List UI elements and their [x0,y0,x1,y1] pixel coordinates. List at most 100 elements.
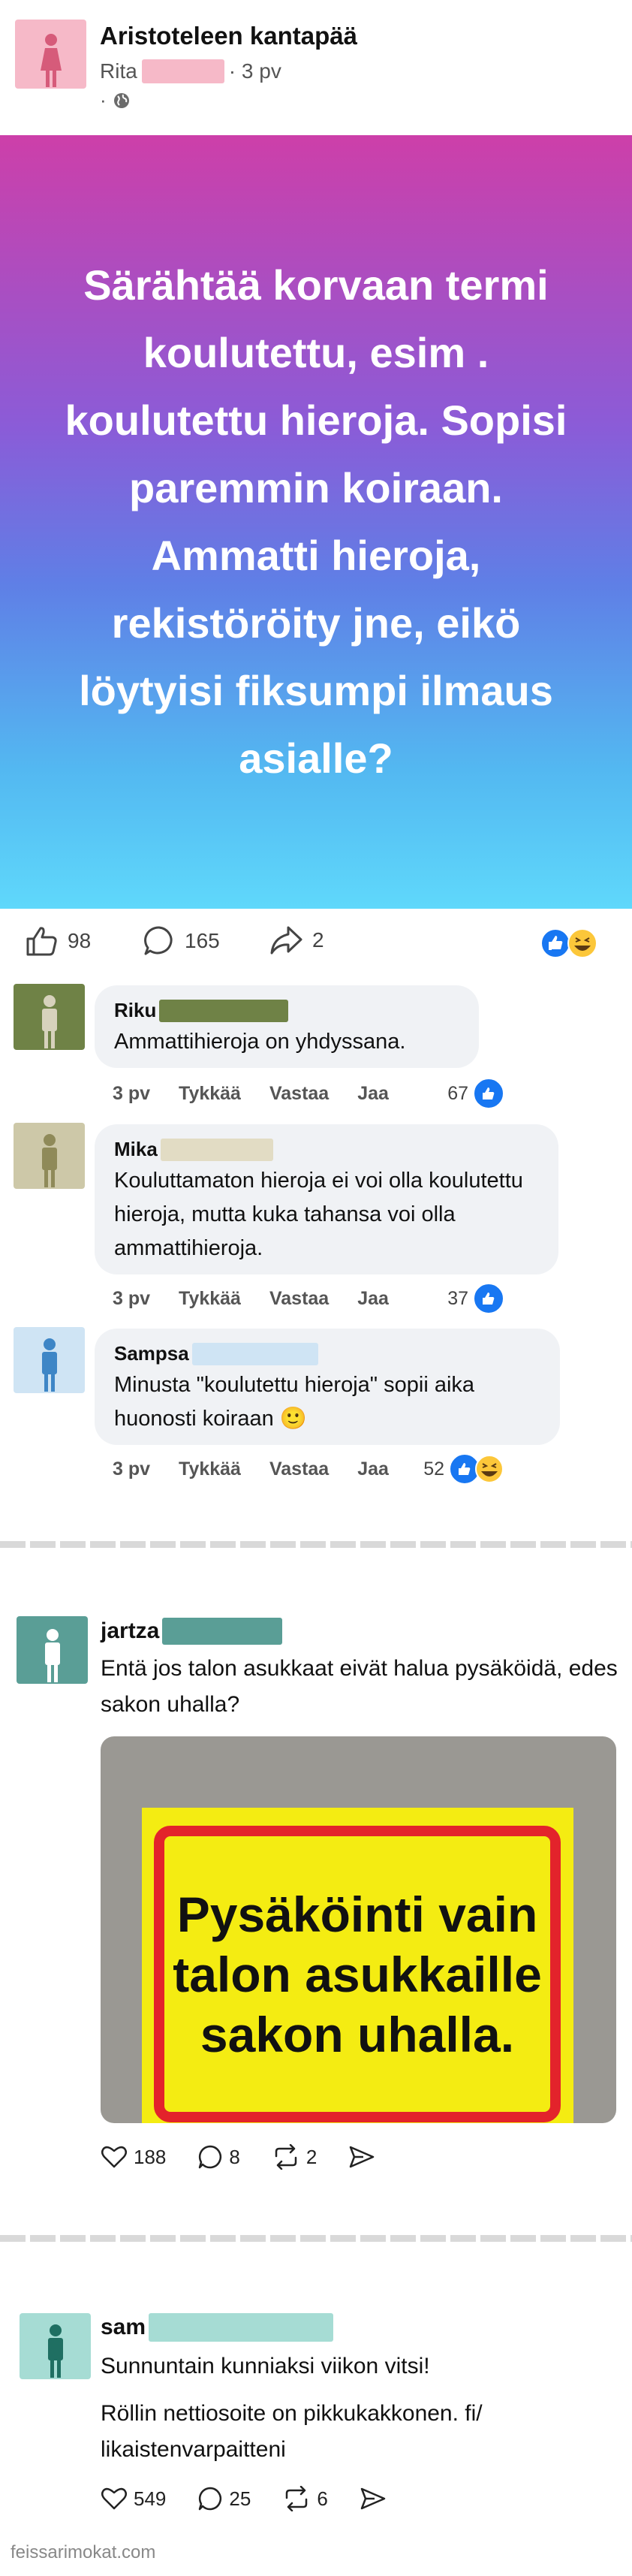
thread-stats: 188 8 2 [101,2144,407,2170]
like-count: 98 [68,929,92,952]
parking-sign-photo[interactable]: Pysäköinti vain talon asukkaille sakon u… [101,1736,616,2123]
comment-avatar[interactable] [14,1327,85,1393]
thread-avatar[interactable] [17,1616,88,1684]
privacy-row: · [100,89,131,112]
person-figure-icon [44,1629,60,1682]
thread-send[interactable] [360,2487,387,2511]
thread-text: Entä jos talon asukkaat eivät halua pysä… [101,1656,618,1717]
like-link[interactable]: Tykkää [179,1083,241,1105]
comment-text: Kouluttamaton hieroja ei voi olla koulut… [114,1169,523,1260]
group-title[interactable]: Aristoteleen kantapää [100,22,357,50]
comment-author[interactable]: Mika [114,1138,539,1161]
like-link[interactable]: Tykkää [179,1458,241,1480]
thread-author[interactable]: sam [101,2313,334,2342]
thread-author[interactable]: jartza [101,1618,283,1645]
share-count: 2 [312,928,324,952]
reaction-emojis[interactable] [540,928,600,958]
heart-icon [101,2487,127,2510]
globe-icon [113,92,129,108]
thread-author-name: jartza [101,1618,160,1643]
commenter-name: Riku [114,999,157,1021]
post-time: · 3 pv [228,59,281,83]
repost-icon [286,2486,308,2511]
like-badge-icon [473,1078,504,1109]
reply-link[interactable]: Vastaa [269,1288,329,1310]
reply-link[interactable]: Vastaa [269,1083,329,1105]
comment-actions: 3 pv Tykkää Vastaa Jaa 52 [113,1453,504,1485]
comment-avatar[interactable] [14,1123,85,1189]
redacted-surname [141,59,224,83]
redacted-surname [191,1342,318,1365]
female-figure-icon [40,34,62,87]
redacted-surname [149,2313,334,2342]
thread-comment-count: 25 [229,2487,251,2510]
send-icon [360,2487,386,2510]
redacted-surname [160,1138,273,1161]
comment-actions: 3 pv Tykkää Vastaa Jaa 67 [113,1078,504,1109]
reply-link[interactable]: Vastaa [269,1458,329,1480]
person-figure-icon [41,995,57,1048]
thread-like-count: 549 [134,2487,167,2510]
comment-bubble-icon [144,926,173,955]
post-banner: Särähtää korvaan termi koulutettu, esim … [0,135,632,909]
comment-time: 3 pv [113,1082,151,1104]
comment-actions: 3 pv Tykkää Vastaa Jaa 37 [113,1283,504,1314]
thread-like-count: 188 [134,2145,167,2168]
comment-text: Ammattihieroja on yhdyssana. [114,1030,406,1054]
thread-avatar[interactable] [20,2313,91,2379]
like-haha-reaction-icon [540,928,597,958]
like-stat[interactable]: 98 [26,925,91,957]
thread-repost-count: 6 [317,2487,328,2510]
comment-avatar[interactable] [14,984,85,1050]
section-divider [0,2235,632,2242]
commenter-name: Sampsa [114,1342,189,1365]
thread-like[interactable]: 188 [101,2145,166,2169]
group-avatar[interactable] [15,20,86,89]
watermark: feissarimokat.com [11,2542,156,2562]
person-figure-icon [41,1134,57,1187]
thumbs-up-icon [26,927,57,956]
thread-comment[interactable]: 25 [197,2486,251,2511]
post-meta: Rita · 3 pv [100,59,281,83]
share-link[interactable]: Jaa [357,1083,389,1105]
share-stat[interactable]: 2 [269,925,324,955]
share-link[interactable]: Jaa [357,1458,389,1480]
sign-text: Pysäköinti vain talon asukkaille sakon u… [173,1886,542,2062]
section-divider [0,1541,632,1548]
comment-bubble-icon [199,2145,222,2169]
thread-repost[interactable]: 6 [282,2486,328,2511]
comment-stat[interactable]: 165 [143,925,220,957]
thread-author-name: sam [101,2315,146,2339]
thread-comment[interactable]: 8 [197,2144,240,2170]
comment-text: Minusta "koulutettu hieroja" sopii aika … [114,1373,475,1431]
commenter-name: Mika [114,1138,158,1160]
thread-text: Sunnuntain kunniaksi viikon vitsi! [101,2354,430,2378]
heart-icon [101,2146,127,2168]
person-figure-icon [41,1338,57,1392]
sign-plate: Pysäköinti vain talon asukkaille sakon u… [142,1808,573,2123]
thread-repost[interactable]: 2 [272,2144,317,2170]
comment-author[interactable]: Riku [114,999,459,1022]
comment-bubble-icon [199,2487,222,2511]
thread-send[interactable] [348,2145,375,2169]
send-icon [350,2146,375,2168]
comment-like-count: 67 [447,1082,468,1104]
share-arrow-icon [270,926,302,955]
comment-bubble: Sampsa Minusta "koulutettu hieroja" sopi… [95,1329,560,1445]
thread-text-joke: Röllin nettiosoite on pikkukakkonen. fi/… [101,2401,483,2462]
repost-icon [275,2144,297,2170]
thread-repost-count: 2 [305,2145,318,2168]
comment-bubble: Riku Ammattihieroja on yhdyssana. [95,985,479,1068]
redacted-surname [159,999,289,1022]
redacted-surname [162,1618,283,1645]
share-link[interactable]: Jaa [357,1288,389,1310]
thread-like[interactable]: 549 [101,2487,166,2511]
comment-author[interactable]: Sampsa [114,1342,540,1365]
person-figure-icon [47,2324,63,2378]
author-name[interactable]: Rita [100,59,137,83]
privacy-dot: · [100,89,107,111]
like-link[interactable]: Tykkää [179,1288,241,1310]
comment-like-count: 52 [423,1458,444,1480]
thread-stats: 549 25 6 [101,2486,418,2511]
post-text: Särähtää korvaan termi koulutettu, esim … [65,261,567,782]
